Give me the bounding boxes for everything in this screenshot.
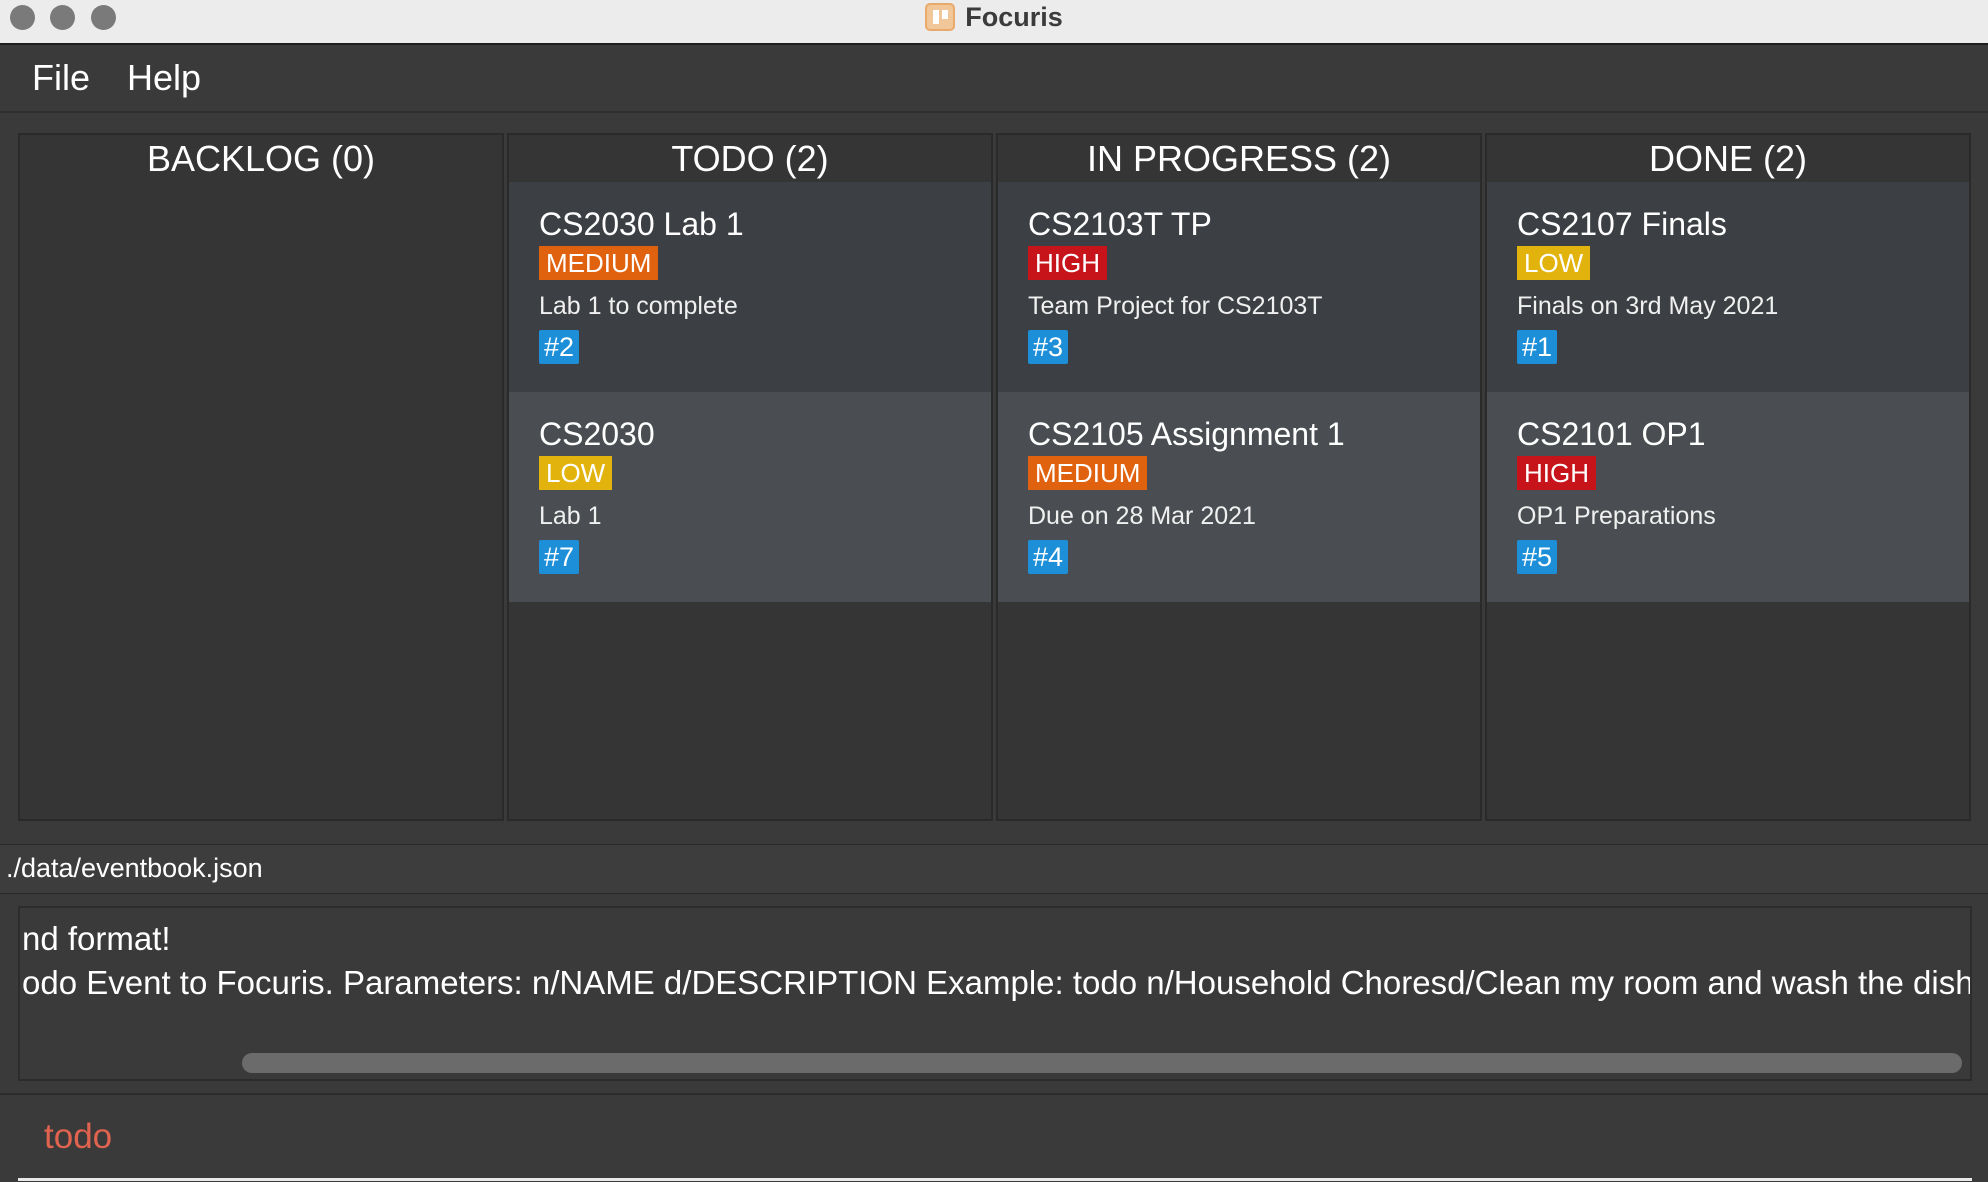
column-todo: TODO (2) CS2030 Lab 1 MEDIUM Lab 1 to co… [507,133,993,821]
result-message-line: nd format! [22,920,171,957]
column-done: DONE (2) CS2107 Finals LOW Finals on 3rd… [1485,133,1971,821]
result-message-line: odo Event to Focuris. Parameters: n/NAME… [22,964,1972,1001]
event-card[interactable]: CS2107 Finals LOW Finals on 3rd May 2021… [1487,182,1969,392]
command-box [0,1093,1988,1182]
event-title: CS2101 OP1 [1517,416,1706,452]
event-id-badge: #3 [1028,330,1069,364]
kanban-board-icon [925,3,956,31]
event-id-badge: #2 [539,330,580,364]
priority-badge: LOW [1517,246,1591,280]
event-description: Due on 28 Mar 2021 [1028,502,1256,530]
menu-bar: File Help [0,45,1988,113]
priority-badge: HIGH [1028,246,1107,280]
event-card[interactable]: CS2103T TP HIGH Team Project for CS2103T… [998,182,1480,392]
event-title: CS2107 Finals [1517,206,1727,242]
status-bar: ./data/eventbook.json [0,844,1988,894]
event-title: CS2030 Lab 1 [539,206,744,242]
menu-file[interactable]: File [32,57,90,99]
title-bar: Focuris [0,0,1988,45]
event-description: Team Project for CS2103T [1028,292,1323,320]
event-title: CS2105 Assignment 1 [1028,416,1345,452]
priority-badge: MEDIUM [1028,456,1148,490]
horizontal-scrollbar[interactable] [20,1049,1970,1079]
event-card[interactable]: CS2030 Lab 1 MEDIUM Lab 1 to complete #2 [509,182,991,392]
priority-badge: LOW [539,456,613,490]
event-card[interactable]: CS2105 Assignment 1 MEDIUM Due on 28 Mar… [998,392,1480,602]
event-id-badge: #5 [1517,540,1558,574]
data-file-path: ./data/eventbook.json [6,853,263,883]
priority-badge: MEDIUM [539,246,659,280]
column-backlog: BACKLOG (0) [18,133,504,821]
event-card[interactable]: CS2030 LOW Lab 1 #7 [509,392,991,602]
column-header: BACKLOG (0) [20,135,502,182]
priority-badge: HIGH [1517,456,1596,490]
column-in-progress: IN PROGRESS (2) CS2103T TP HIGH Team Pro… [996,133,1482,821]
event-card[interactable]: CS2101 OP1 HIGH OP1 Preparations #5 [1487,392,1969,602]
column-header: IN PROGRESS (2) [998,135,1480,182]
event-title: CS2103T TP [1028,206,1212,242]
column-header: DONE (2) [1487,135,1969,182]
window-title: Focuris [965,1,1063,32]
menu-help[interactable]: Help [127,57,201,99]
scrollbar-thumb[interactable] [242,1053,1962,1073]
event-description: OP1 Preparations [1517,502,1716,530]
result-display[interactable]: nd format! odo Event to Focuris. Paramet… [18,906,1972,1081]
command-input[interactable] [18,1095,1972,1181]
column-header: TODO (2) [509,135,991,182]
kanban-board: BACKLOG (0) TODO (2) CS2030 Lab 1 MEDIUM… [18,133,1972,821]
event-id-badge: #7 [539,540,580,574]
event-description: Finals on 3rd May 2021 [1517,292,1779,320]
event-id-badge: #4 [1028,540,1069,574]
event-title: CS2030 [539,416,655,452]
event-id-badge: #1 [1517,330,1558,364]
event-description: Lab 1 to complete [539,292,738,320]
event-description: Lab 1 [539,502,602,530]
window-title-group: Focuris [0,0,1988,34]
